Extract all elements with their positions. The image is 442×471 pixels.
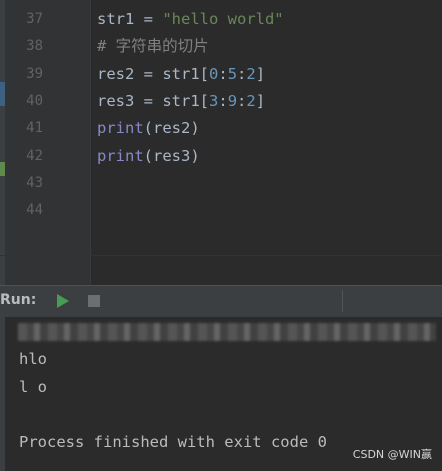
- code-line[interactable]: res3 = str1[3:9:2]: [97, 88, 265, 115]
- watermark: CSDN @WIN赢: [352, 448, 432, 461]
- code-token: :: [218, 64, 228, 83]
- code-token: 5: [227, 64, 238, 83]
- toolbar-separator: [342, 290, 343, 312]
- blurred-command-path: [18, 323, 436, 341]
- code-token: 9: [227, 91, 238, 110]
- line-number: 40: [26, 92, 43, 109]
- line-number: 39: [26, 65, 43, 82]
- code-token: res2: [97, 64, 135, 83]
- line-number: 43: [26, 174, 43, 191]
- line-number: 37: [26, 11, 43, 27]
- code-token: 2: [246, 64, 256, 83]
- code-token: :: [237, 64, 247, 83]
- code-token: :: [218, 91, 228, 110]
- code-token: ]: [255, 64, 266, 83]
- line-number: 44: [26, 202, 43, 219]
- line-number: 38: [26, 38, 43, 55]
- run-toolbar: Run:: [0, 285, 442, 317]
- console-line: l o: [19, 377, 47, 396]
- line-number: 41: [26, 120, 43, 137]
- code-token: 3: [209, 91, 219, 110]
- code-token: print: [97, 146, 144, 165]
- code-line[interactable]: res2 = str1[0:5:2]: [97, 61, 265, 88]
- run-label: Run:: [0, 292, 37, 308]
- editor-divider: [0, 255, 442, 256]
- code-line[interactable]: str1 = "hello world": [97, 6, 284, 33]
- code-token: "hello world": [162, 10, 284, 28]
- code-token: 0: [209, 64, 219, 83]
- code-token: (res3): [143, 146, 200, 165]
- console-left-strip: [0, 317, 5, 471]
- code-token: =: [134, 91, 163, 110]
- rerun-button[interactable]: [55, 294, 70, 309]
- code-token: =: [134, 10, 163, 28]
- code-line[interactable]: print(res2): [97, 115, 200, 142]
- line-number: 42: [26, 147, 43, 164]
- code-line[interactable]: print(res3): [97, 143, 200, 170]
- code-editor[interactable]: 37 str1 = "hello world" 38 # 字符串的切片 39 res2 =…: [0, 0, 442, 285]
- code-token: (res2): [143, 119, 200, 138]
- code-token: ]: [255, 91, 266, 110]
- console-line: hlo: [19, 350, 47, 368]
- console-line: Process finished with exit code 0: [19, 432, 327, 451]
- gutter-divider: [90, 0, 91, 285]
- code-token: str1[: [162, 91, 209, 110]
- code-token: res3: [97, 91, 135, 110]
- code-token: =: [134, 64, 163, 83]
- play-icon: [57, 294, 69, 308]
- code-token: 2: [246, 91, 256, 110]
- code-line[interactable]: # 字符串的切片: [97, 33, 209, 60]
- code-token: str1[: [162, 64, 209, 83]
- stop-button[interactable]: [88, 295, 100, 307]
- code-token: str1: [97, 10, 135, 28]
- code-token: print: [97, 119, 144, 138]
- code-token: # 字符串的切片: [97, 37, 209, 56]
- code-token: :: [237, 91, 247, 110]
